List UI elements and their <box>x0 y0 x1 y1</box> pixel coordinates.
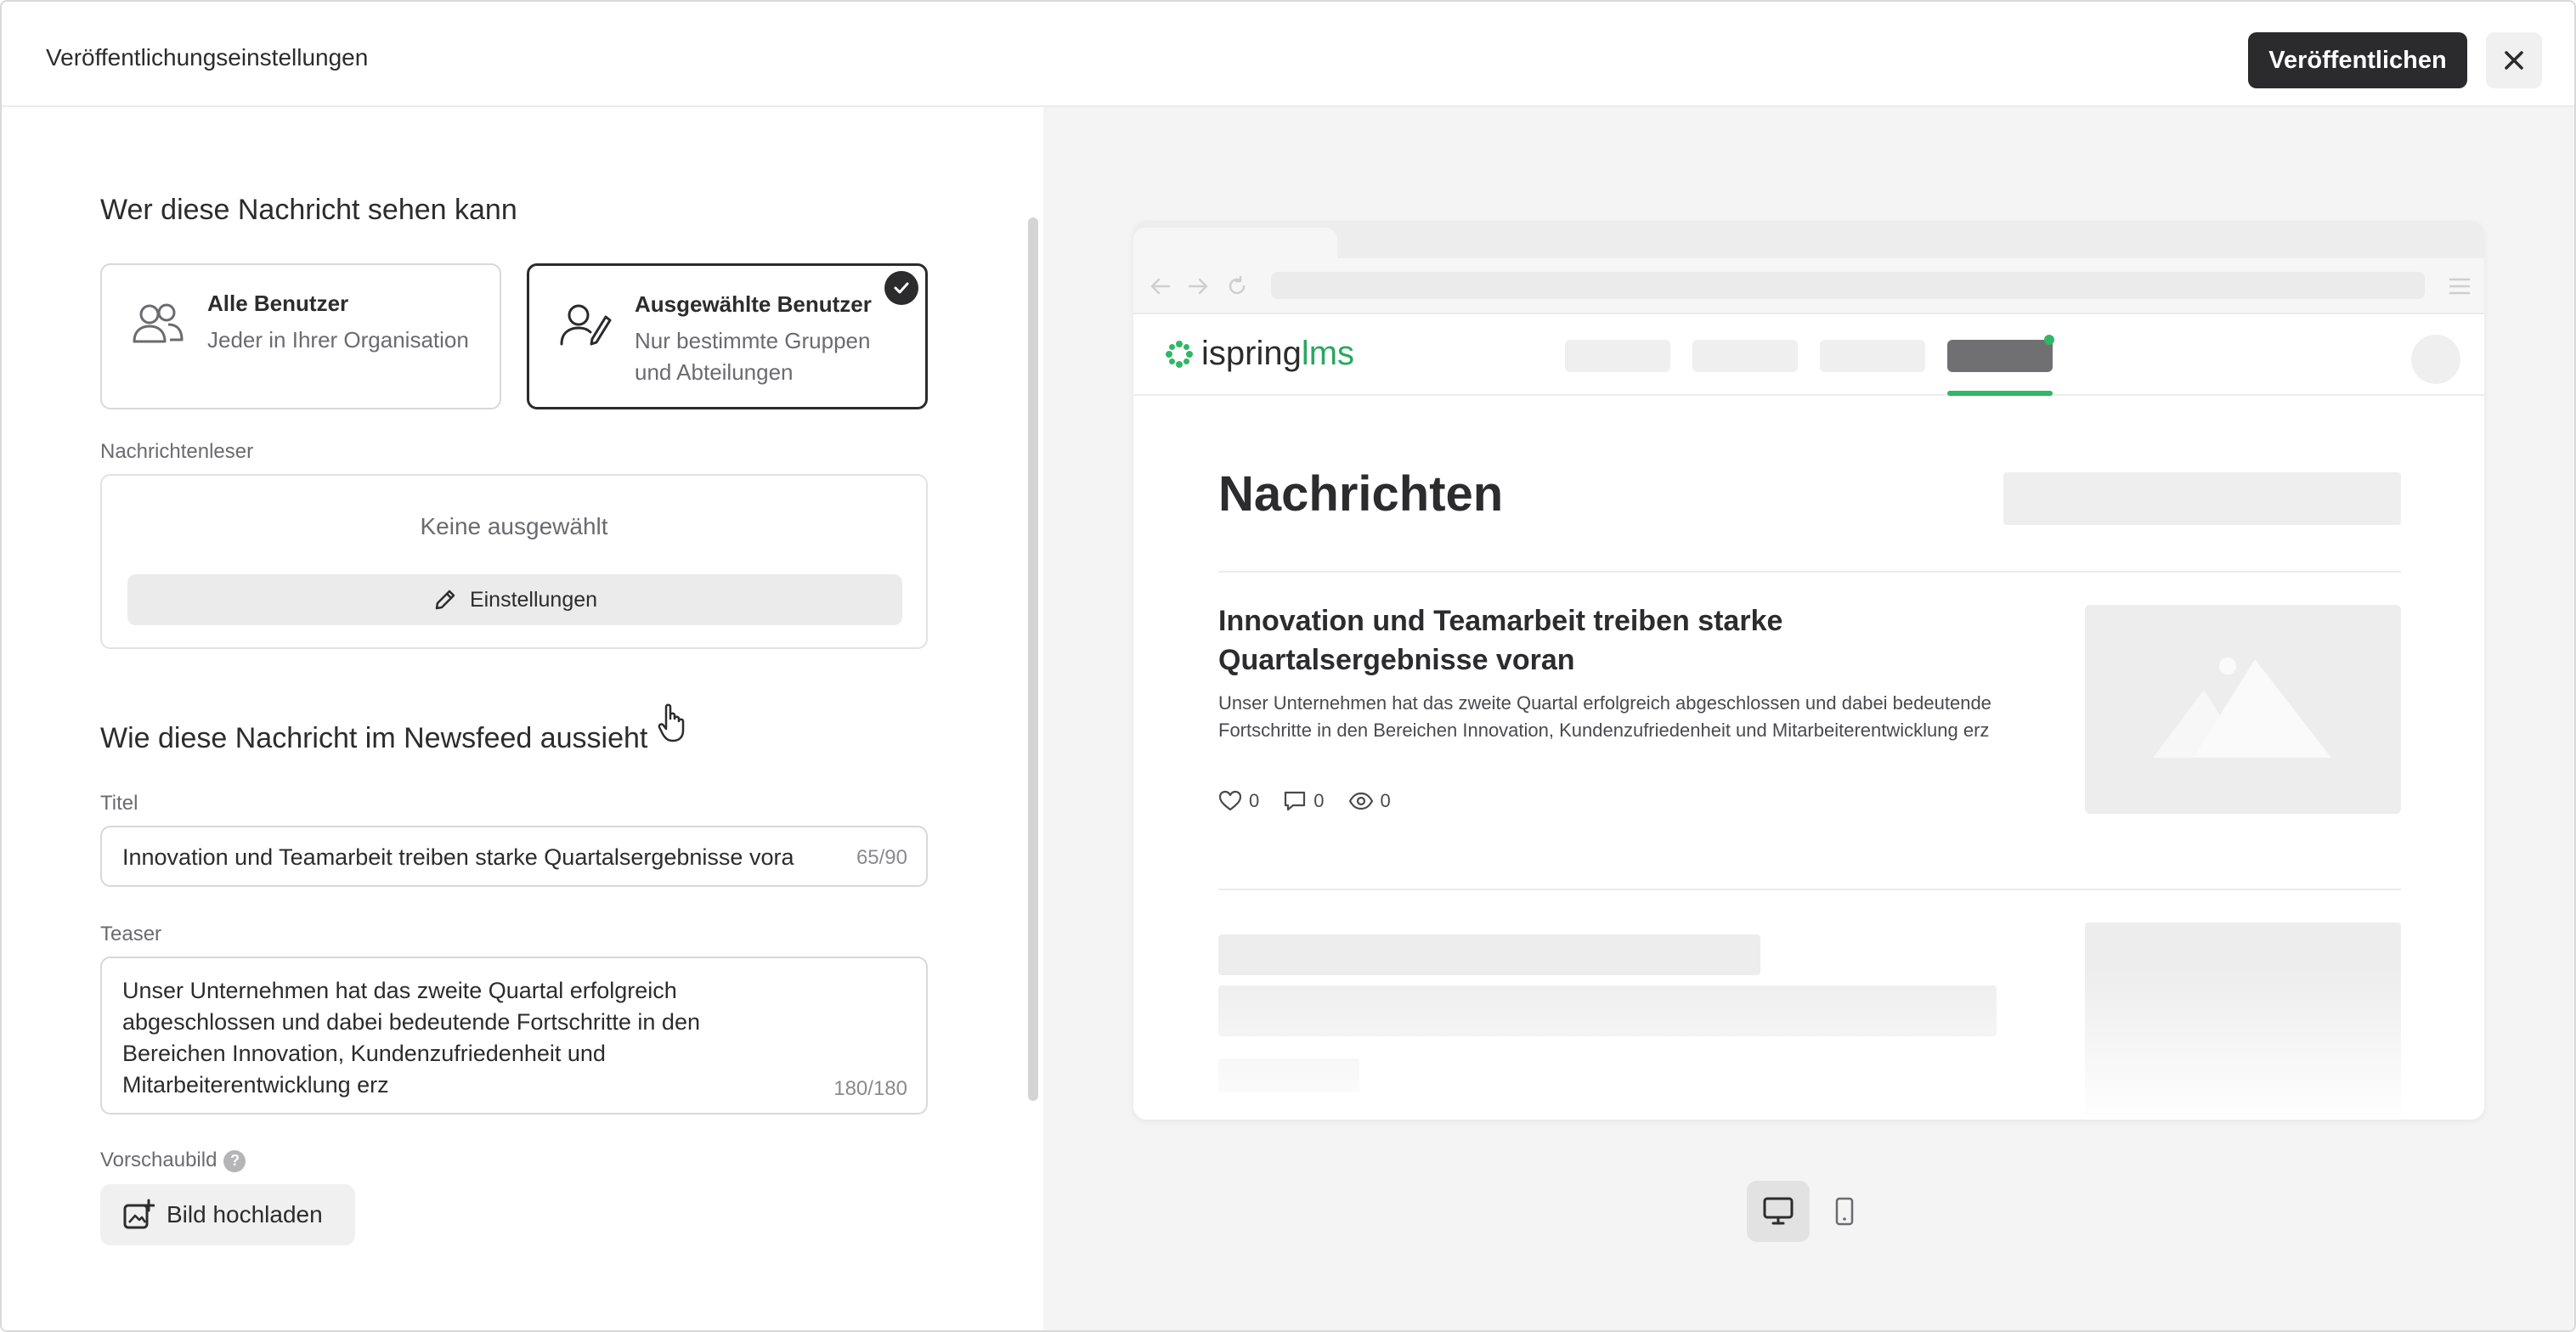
image-placeholder-icon <box>2153 658 2331 758</box>
browser-tabstrip <box>1133 221 2484 258</box>
comment-icon <box>1285 791 1306 811</box>
upload-label: Bild hochladen <box>167 1201 323 1228</box>
teaser-label: Teaser <box>100 923 162 945</box>
preview-news-meta: 0 0 0 <box>1218 790 1391 812</box>
logo-main: ispring <box>1201 335 1302 372</box>
search-placeholder <box>2003 472 2401 525</box>
preview-news-title: Innovation und Teamarbeit treiben starke… <box>1218 605 1783 676</box>
monitor-icon <box>1763 1197 1794 1225</box>
divider <box>1218 571 2401 573</box>
views: 0 <box>1348 790 1391 812</box>
ispring-flower-icon <box>1166 340 1193 368</box>
title-label: Titel <box>100 792 138 815</box>
publish-button[interactable]: Veröffentlichen <box>2248 32 2467 88</box>
back-arrow-icon <box>1150 278 1171 295</box>
settings-panel: Wer diese Nachricht sehen kann Alle Benu… <box>2 107 1043 1330</box>
readers-box: Keine ausgewählt Einstellungen <box>100 474 928 649</box>
divider <box>1218 889 2401 890</box>
preview-image-placeholder <box>2085 605 2401 814</box>
upload-image-button[interactable]: Bild hochladen <box>100 1184 355 1245</box>
thumbnail-label: Vorschaubild? <box>100 1149 246 1172</box>
phone-icon <box>1835 1197 1854 1226</box>
heart-icon <box>1218 790 1242 811</box>
readers-label: Nachrichtenleser <box>100 440 254 463</box>
dialog-title: Veröffentlichungseinstellungen <box>46 44 369 71</box>
teaser-textarea[interactable]: Unser Unternehmen hat das zweite Quartal… <box>100 957 928 1115</box>
fade-overlay <box>1133 968 2484 1120</box>
comments: 0 <box>1283 790 1325 812</box>
option-title: Alle Benutzer <box>207 291 349 316</box>
users-icon <box>133 303 184 343</box>
option-description: Nur bestimmte Gruppen und Abteilungen <box>635 328 871 385</box>
image-add-icon <box>123 1199 155 1229</box>
option-all-users[interactable]: Alle Benutzer Jeder in Ihrer Organisatio… <box>100 263 501 409</box>
publish-settings-dialog: Veröffentlichungseinstellungen Veröffent… <box>0 0 2576 1332</box>
hand-cursor-icon <box>658 703 685 742</box>
notification-dot <box>2044 335 2054 345</box>
eye-icon <box>1348 792 1373 810</box>
nav-active-underline <box>1947 391 2053 396</box>
help-icon[interactable]: ? <box>223 1149 246 1172</box>
forward-arrow-icon <box>1188 278 1208 295</box>
desktop-view-toggle[interactable] <box>1747 1181 1810 1242</box>
title-input[interactable]: Innovation und Teamarbeit treiben starke… <box>100 826 928 887</box>
likes: 0 <box>1218 790 1259 812</box>
title-counter: 65/90 <box>856 846 907 869</box>
dialog-header: Veröffentlichungseinstellungen Veröffent… <box>2 2 2574 107</box>
nav-placeholder <box>1820 340 1925 372</box>
avatar-placeholder <box>2411 335 2460 384</box>
readers-empty-text: Keine ausgewählt <box>420 513 608 539</box>
option-description: Jeder in Ihrer Organisation <box>207 327 469 353</box>
close-button[interactable] <box>2486 32 2542 88</box>
lms-nav-bar: ispringlms <box>1133 314 2484 396</box>
browser-tab <box>1133 228 1337 258</box>
title-value: Innovation und Teamarbeit treiben starke… <box>122 844 794 870</box>
preview-panel: ispringlms Nachrichten Innovation und Te… <box>1043 107 2574 1330</box>
option-selected-users[interactable]: Ausgewählte Benutzer Nur bestimmte Grupp… <box>527 263 928 409</box>
nav-placeholder <box>1692 340 1798 372</box>
mobile-view-toggle[interactable] <box>1813 1181 1876 1242</box>
ispring-logo: ispringlms <box>1164 335 1354 373</box>
teaser-counter: 180/180 <box>833 1077 907 1100</box>
visibility-heading: Wer diese Nachricht sehen kann <box>100 194 517 226</box>
browser-addressbar <box>1133 258 2484 314</box>
panel-scrollbar[interactable] <box>1028 217 1038 1101</box>
browser-preview: ispringlms Nachrichten Innovation und Te… <box>1133 221 2484 1120</box>
teaser-value: Unser Unternehmen hat das zweite Quartal… <box>122 978 700 1098</box>
nav-placeholder-active <box>1947 340 2053 372</box>
preview-news-teaser: Unser Unternehmen hat das zweite Quartal… <box>1218 692 1991 741</box>
pencil-icon <box>435 590 455 610</box>
menu-icon <box>2449 278 2471 295</box>
logo-accent: lms <box>1301 335 1355 372</box>
newsfeed-heading: Wie diese Nachricht im Newsfeed aussieht <box>100 722 648 754</box>
preview-page-title: Nachrichten <box>1218 466 1504 522</box>
nav-placeholder <box>1565 340 1670 372</box>
selected-check-icon <box>884 271 918 305</box>
user-edit-icon <box>560 304 612 346</box>
url-field <box>1271 272 2425 299</box>
close-icon <box>2505 51 2523 70</box>
reload-icon <box>1229 275 1246 295</box>
settings-label: Einstellungen <box>469 587 598 612</box>
option-title: Ausgewählte Benutzer <box>635 291 872 317</box>
reader-settings-button[interactable]: Einstellungen <box>127 574 902 625</box>
